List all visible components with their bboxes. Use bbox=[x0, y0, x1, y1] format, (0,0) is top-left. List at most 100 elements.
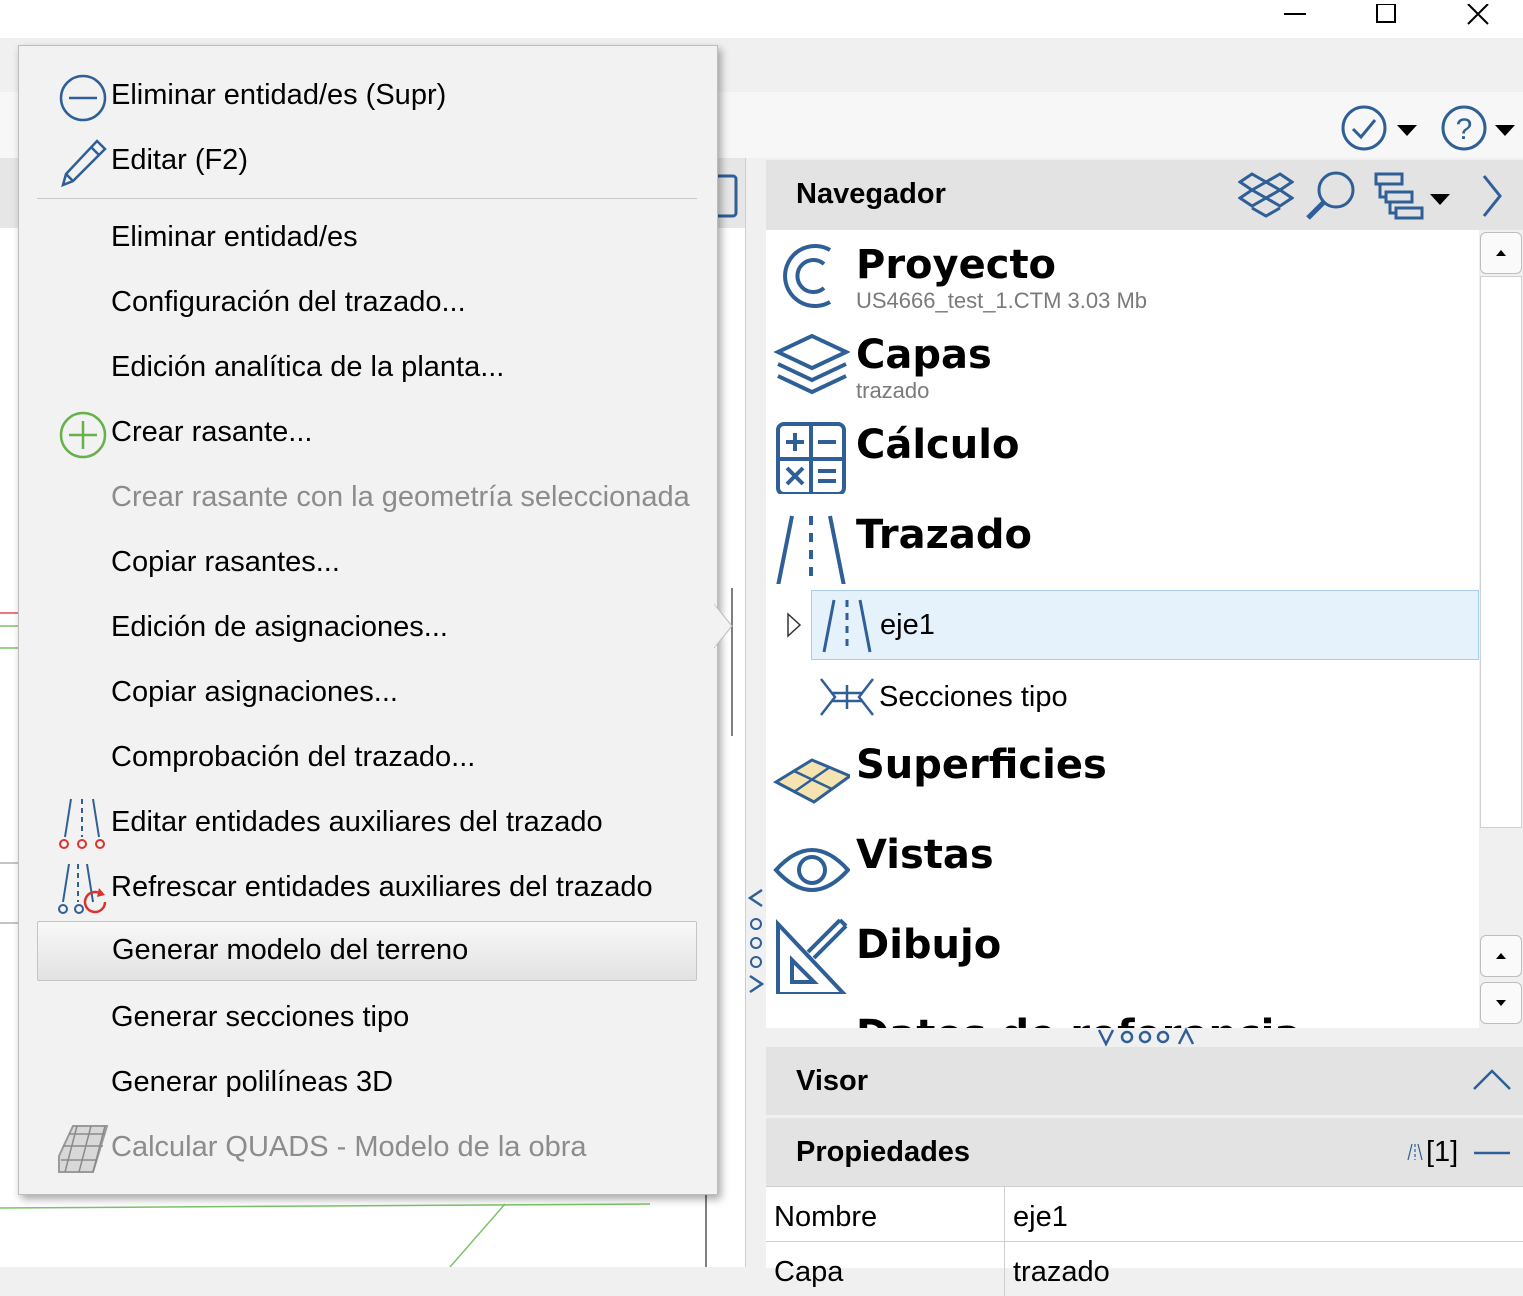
nav-item-label: Datos de referencia bbox=[856, 1012, 1301, 1028]
menu-item-edicion-analitica[interactable]: Edición analítica de la planta... bbox=[37, 336, 717, 400]
nav-item-superficies[interactable]: Superficies bbox=[766, 730, 1479, 820]
road-aux-icon bbox=[59, 798, 105, 849]
maximize-button[interactable] bbox=[1356, 0, 1416, 38]
property-value-cell[interactable]: trazado bbox=[1005, 1242, 1523, 1296]
menu-item-label: Crear rasante... bbox=[111, 416, 313, 448]
navigator-scrollbar[interactable] bbox=[1479, 230, 1523, 1028]
visor-title: Visor bbox=[796, 1065, 869, 1097]
tree-view-dropdown-icon[interactable] bbox=[1372, 168, 1452, 224]
menu-item-label: Crear rasante con la geometría seleccion… bbox=[111, 481, 690, 513]
menu-item-generar-polilineas-3d[interactable]: Generar polilíneas 3D bbox=[37, 1051, 717, 1115]
minus-circle-icon bbox=[59, 74, 107, 122]
nav-item-proyecto[interactable]: Proyecto US4666_test_1.CTM 3.03 Mb bbox=[766, 230, 1479, 320]
menu-item-crear-rasante[interactable]: Crear rasante... bbox=[37, 401, 717, 465]
nav-item-label: Secciones tipo bbox=[879, 681, 1068, 713]
dropbox-icon[interactable] bbox=[1238, 168, 1294, 224]
submenu-pointer bbox=[714, 604, 733, 648]
chevron-down-icon bbox=[1495, 125, 1515, 136]
expand-arrow-icon[interactable] bbox=[784, 610, 804, 640]
scroll-up-button[interactable] bbox=[1480, 935, 1522, 977]
menu-item-copiar-rasantes[interactable]: Copiar rasantes... bbox=[37, 531, 717, 595]
properties-table: Nombre eje1 Capa trazado bbox=[766, 1186, 1523, 1296]
menu-item-label: Copiar asignaciones... bbox=[111, 676, 398, 708]
menu-item-generar-secciones-tipo[interactable]: Generar secciones tipo bbox=[37, 986, 717, 1050]
close-icon bbox=[1467, 4, 1489, 25]
menu-item-label: Generar modelo del terreno bbox=[112, 934, 469, 966]
nav-item-label: Cálculo bbox=[856, 422, 1020, 468]
nav-item-label: Capas bbox=[856, 332, 992, 378]
nav-item-dibujo[interactable]: Dibujo bbox=[766, 910, 1479, 1000]
menu-item-label: Eliminar entidad/es bbox=[111, 221, 358, 253]
menu-item-edicion-asignaciones[interactable]: Edición de asignaciones... bbox=[37, 596, 717, 660]
nav-item-label: Proyecto bbox=[856, 242, 1057, 288]
menu-item-comprobacion-trazado[interactable]: Comprobación del trazado... bbox=[37, 726, 717, 790]
menu-item-editar[interactable]: Editar (F2) bbox=[37, 129, 717, 193]
menu-item-label: Eliminar entidad/es (Supr) bbox=[111, 79, 447, 111]
menu-item-label: Edición analítica de la planta... bbox=[111, 351, 505, 383]
accept-dropdown-button[interactable] bbox=[1340, 104, 1418, 156]
nav-item-eje1[interactable]: eje1 bbox=[811, 590, 1479, 660]
menu-item-label: Generar polilíneas 3D bbox=[111, 1066, 394, 1098]
menu-item-label: Comprobación del trazado... bbox=[111, 741, 476, 773]
nav-item-calculo[interactable]: Cálculo bbox=[766, 410, 1479, 500]
arrow-up-icon bbox=[1496, 250, 1506, 256]
minimize-button[interactable] bbox=[1265, 0, 1325, 38]
arrow-down-icon bbox=[1496, 1000, 1506, 1006]
nav-item-label: Vistas bbox=[856, 832, 994, 878]
property-value: eje1 bbox=[1013, 1201, 1068, 1233]
scroll-up-button[interactable] bbox=[1480, 232, 1522, 274]
scroll-thumb[interactable] bbox=[1480, 276, 1522, 828]
project-c-icon bbox=[783, 244, 831, 308]
nav-item-label: Superficies bbox=[856, 742, 1107, 788]
nav-item-capas[interactable]: Capas trazado bbox=[766, 320, 1479, 410]
selection-count: [1] bbox=[1426, 1136, 1459, 1168]
calculator-icon bbox=[776, 422, 846, 494]
property-name: Capa bbox=[774, 1256, 844, 1288]
context-menu: Eliminar entidad/es (Supr) Editar (F2) E… bbox=[18, 45, 718, 1195]
search-icon[interactable] bbox=[1304, 168, 1360, 224]
property-name-cell: Capa bbox=[766, 1242, 1005, 1296]
menu-item-label: Editar entidades auxiliares del trazado bbox=[111, 806, 603, 838]
navigator-tree[interactable]: Proyecto US4666_test_1.CTM 3.03 Mb Capas… bbox=[766, 230, 1479, 1028]
current-layer: trazado bbox=[856, 378, 930, 403]
menu-item-calcular-quads: Calcular QUADS - Modelo de la obra bbox=[37, 1116, 717, 1180]
property-value-cell[interactable]: eje1 bbox=[1005, 1187, 1523, 1242]
chevron-up-icon[interactable] bbox=[1470, 1065, 1514, 1095]
close-button[interactable] bbox=[1448, 0, 1508, 38]
menu-separator bbox=[37, 198, 697, 199]
menu-item-eliminar-supr[interactable]: Eliminar entidad/es (Supr) bbox=[37, 64, 717, 128]
menu-item-copiar-asignaciones[interactable]: Copiar asignaciones... bbox=[37, 661, 717, 725]
panel-splitter[interactable] bbox=[746, 158, 766, 1267]
scroll-down-button[interactable] bbox=[1480, 982, 1522, 1024]
collapse-grip-icon bbox=[747, 888, 765, 994]
maximize-icon bbox=[1376, 4, 1396, 23]
svg-text:?: ? bbox=[1456, 113, 1473, 146]
road-icon bbox=[822, 599, 872, 653]
menu-item-label: Refrescar entidades auxiliares del traza… bbox=[111, 871, 653, 903]
nav-item-trazado[interactable]: Trazado bbox=[766, 500, 1479, 590]
menu-item-label: Edición de asignaciones... bbox=[111, 611, 448, 643]
menu-item-label: Generar secciones tipo bbox=[111, 1001, 410, 1033]
properties-title: Propiedades bbox=[796, 1136, 971, 1168]
menu-item-label: Configuración del trazado... bbox=[111, 286, 466, 318]
project-file-info: US4666_test_1.CTM 3.03 Mb bbox=[856, 288, 1148, 313]
collapse-dash-icon[interactable] bbox=[1472, 1148, 1512, 1158]
quads-grid-icon bbox=[58, 1125, 109, 1173]
chevron-right-icon[interactable] bbox=[1478, 172, 1508, 222]
menu-item-eliminar[interactable]: Eliminar entidad/es bbox=[37, 206, 717, 270]
help-circle-icon: ? bbox=[1441, 105, 1487, 151]
properties-panel-header: Propiedades [1] bbox=[766, 1118, 1523, 1186]
menu-item-editar-auxiliares[interactable]: Editar entidades auxiliares del trazado bbox=[37, 791, 717, 855]
menu-item-crear-rasante-geometria: Crear rasante con la geometría seleccion… bbox=[37, 466, 717, 530]
nav-item-label: Dibujo bbox=[856, 922, 1002, 968]
menu-item-refrescar-auxiliares[interactable]: Refrescar entidades auxiliares del traza… bbox=[37, 856, 717, 920]
menu-item-generar-modelo-terreno[interactable]: Generar modelo del terreno bbox=[37, 921, 697, 981]
visor-panel-header[interactable]: Visor bbox=[766, 1047, 1523, 1115]
help-dropdown-button[interactable]: ? bbox=[1438, 104, 1516, 156]
nav-item-secciones-tipo[interactable]: Secciones tipo bbox=[811, 665, 1477, 729]
road-icon bbox=[776, 515, 846, 584]
menu-item-configuracion-trazado[interactable]: Configuración del trazado... bbox=[37, 271, 717, 335]
minimize-icon bbox=[1284, 13, 1306, 15]
check-circle-icon bbox=[1341, 105, 1387, 151]
nav-item-vistas[interactable]: Vistas bbox=[766, 820, 1479, 910]
